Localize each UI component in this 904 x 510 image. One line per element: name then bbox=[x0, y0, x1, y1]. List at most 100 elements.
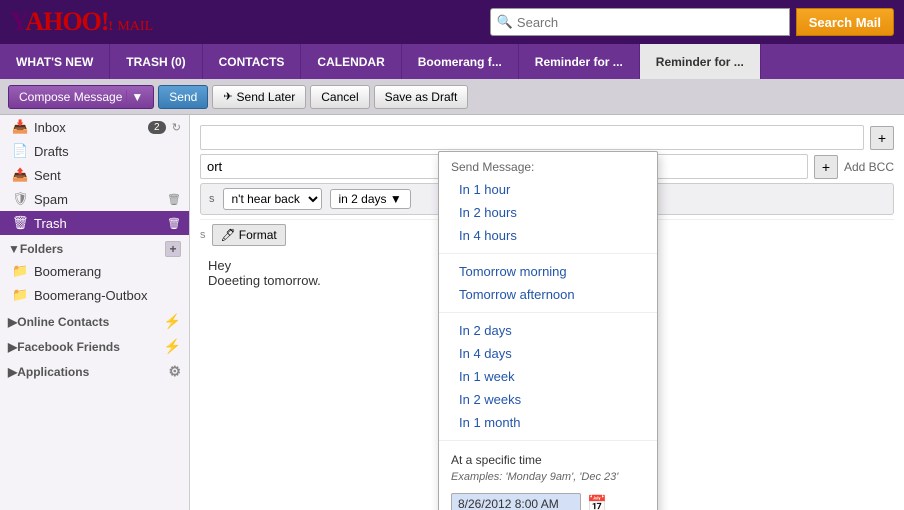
dropdown-item-2days[interactable]: In 2 days bbox=[439, 319, 657, 342]
dropdown-item-1month[interactable]: In 1 month bbox=[439, 411, 657, 434]
send-later-button[interactable]: ✈ Send Later bbox=[212, 85, 306, 109]
dropdown-specific-label: At a specific time bbox=[439, 447, 657, 469]
applications-arrow-icon: ▶ bbox=[8, 365, 17, 379]
send-later-icon: ✈ bbox=[223, 90, 232, 103]
applications-section[interactable]: ▶ Applications ⚙ bbox=[0, 357, 189, 382]
online-contacts-section[interactable]: ▶ Online Contacts ⚡ bbox=[0, 307, 189, 332]
nav-calendar[interactable]: CALENDAR bbox=[301, 44, 401, 79]
compose-label: Compose Message bbox=[19, 90, 122, 104]
boomerang-toolbar-label: s bbox=[209, 193, 215, 205]
dropdown-item-4hours[interactable]: In 4 hours bbox=[439, 224, 657, 247]
navbar: WHAT'S NEW TRASH (0) CONTACTS CALENDAR B… bbox=[0, 44, 904, 79]
calendar-picker-icon[interactable]: 📅 bbox=[587, 494, 607, 510]
format-label: Format bbox=[239, 228, 277, 242]
nav-boomerang[interactable]: Boomerang f... bbox=[402, 44, 519, 79]
header: YAHOO!! MAIL 🔍 Search Mail bbox=[0, 0, 904, 44]
content-area: + + Add BCC s n't hear back in 2 days ▼ … bbox=[190, 115, 904, 510]
send-later-label: Send Later bbox=[237, 90, 296, 104]
sidebar-item-boomerang-outbox[interactable]: 📁 Boomerang-Outbox bbox=[0, 283, 189, 307]
online-contacts-bolt-icon: ⚡ bbox=[164, 313, 181, 330]
dropdown-item-tomorrow-afternoon[interactable]: Tomorrow afternoon bbox=[439, 283, 657, 306]
inbox-icon: 📥 bbox=[12, 119, 28, 135]
logo-mail-text: MAIL bbox=[117, 19, 153, 34]
sent-icon: 📤 bbox=[12, 167, 28, 183]
main-layout: 📥 Inbox 2 ↻ 📄 Drafts 📤 Sent 🛡 Spam 🗑 🗑 T… bbox=[0, 115, 904, 510]
add-folder-button[interactable]: + bbox=[165, 241, 181, 257]
sidebar-item-boomerang[interactable]: 📁 Boomerang bbox=[0, 259, 189, 283]
boomerang-outbox-label: Boomerang-Outbox bbox=[34, 288, 181, 303]
dropdown-divider-1 bbox=[439, 253, 657, 254]
boomerang-folder-label: Boomerang bbox=[34, 264, 181, 279]
subject-add-button[interactable]: + bbox=[814, 155, 838, 179]
cancel-button[interactable]: Cancel bbox=[310, 85, 369, 109]
nav-trash[interactable]: TRASH (0) bbox=[110, 44, 202, 79]
folder-boomerang-outbox-icon: 📁 bbox=[12, 287, 28, 303]
dropdown-item-4days[interactable]: In 4 days bbox=[439, 342, 657, 365]
search-magnifier-icon: 🔍 bbox=[497, 14, 513, 30]
add-bcc-button[interactable]: Add BCC bbox=[844, 160, 894, 174]
to-input[interactable] bbox=[200, 125, 864, 150]
inbox-refresh-icon[interactable]: ↻ bbox=[172, 121, 181, 134]
folders-arrow-icon: ▼ bbox=[8, 242, 20, 256]
trash-icon: 🗑 bbox=[12, 215, 28, 231]
dropdown-item-tomorrow-morning[interactable]: Tomorrow morning bbox=[439, 260, 657, 283]
boomerang-days-display: in 2 days ▼ bbox=[330, 189, 411, 209]
send-later-dropdown: Send Message: In 1 hour In 2 hours In 4 … bbox=[438, 151, 658, 510]
dropdown-item-1hour[interactable]: In 1 hour bbox=[439, 178, 657, 201]
search-input[interactable] bbox=[517, 15, 783, 30]
dropdown-item-2weeks[interactable]: In 2 weeks bbox=[439, 388, 657, 411]
facebook-friends-label: Facebook Friends bbox=[17, 340, 120, 354]
dropdown-examples: Examples: 'Monday 9am', 'Dec 23' bbox=[439, 469, 657, 489]
dropdown-item-1week[interactable]: In 1 week bbox=[439, 365, 657, 388]
folder-boomerang-icon: 📁 bbox=[12, 263, 28, 279]
format-icon: 🖊 bbox=[221, 228, 236, 242]
online-contacts-label: Online Contacts bbox=[17, 315, 109, 329]
sidebar: 📥 Inbox 2 ↻ 📄 Drafts 📤 Sent 🛡 Spam 🗑 🗑 T… bbox=[0, 115, 190, 510]
drafts-label: Drafts bbox=[34, 144, 181, 159]
spam-delete-icon[interactable]: 🗑 bbox=[167, 193, 181, 206]
facebook-friends-arrow-icon: ▶ bbox=[8, 340, 17, 354]
compose-dropdown-icon[interactable]: ▼ bbox=[126, 90, 143, 104]
save-draft-button[interactable]: Save as Draft bbox=[374, 85, 469, 109]
inbox-label: Inbox bbox=[34, 120, 142, 135]
dropdown-date-row: 📅 bbox=[439, 489, 657, 510]
sidebar-item-trash[interactable]: 🗑 Trash 🗑 bbox=[0, 211, 189, 235]
sidebar-item-drafts[interactable]: 📄 Drafts bbox=[0, 139, 189, 163]
sidebar-item-inbox[interactable]: 📥 Inbox 2 ↻ bbox=[0, 115, 189, 139]
format-button[interactable]: 🖊 Format bbox=[212, 224, 286, 246]
nav-contacts[interactable]: CONTACTS bbox=[203, 44, 302, 79]
nav-whats-new[interactable]: WHAT'S NEW bbox=[0, 44, 110, 79]
to-add-button[interactable]: + bbox=[870, 126, 894, 150]
nav-reminder2[interactable]: Reminder for ... bbox=[640, 44, 761, 79]
dropdown-divider-2 bbox=[439, 312, 657, 313]
applications-label: Applications bbox=[17, 365, 89, 379]
to-row: + bbox=[200, 125, 894, 150]
applications-gear-icon: ⚙ bbox=[168, 363, 181, 380]
dropdown-divider-3 bbox=[439, 440, 657, 441]
boomerang-select[interactable]: n't hear back bbox=[223, 188, 322, 210]
dropdown-item-2hours[interactable]: In 2 hours bbox=[439, 201, 657, 224]
dropdown-date-input[interactable] bbox=[451, 493, 581, 510]
facebook-friends-section[interactable]: ▶ Facebook Friends ⚡ bbox=[0, 332, 189, 357]
logo-exclaim: ! bbox=[109, 18, 112, 33]
sidebar-item-sent[interactable]: 📤 Sent bbox=[0, 163, 189, 187]
folders-section-header[interactable]: ▼ Folders + bbox=[0, 235, 189, 259]
dropdown-section-label: Send Message: bbox=[439, 152, 657, 178]
body-text-suffix: eeting tomorrow. bbox=[225, 273, 321, 288]
compose-button[interactable]: Compose Message ▼ bbox=[8, 85, 154, 109]
toolbar: Compose Message ▼ Send ✈ Send Later Canc… bbox=[0, 79, 904, 115]
inbox-badge: 2 bbox=[148, 121, 166, 134]
send-button[interactable]: Send bbox=[158, 85, 208, 109]
folders-label: Folders bbox=[20, 242, 63, 256]
sidebar-item-spam[interactable]: 🛡 Spam 🗑 bbox=[0, 187, 189, 211]
search-mail-button[interactable]: Search Mail bbox=[796, 8, 894, 36]
drafts-icon: 📄 bbox=[12, 143, 28, 159]
trash-delete-icon[interactable]: 🗑 bbox=[167, 217, 181, 230]
sent-label: Sent bbox=[34, 168, 181, 183]
spam-label: Spam bbox=[34, 192, 161, 207]
compose-toolbar-label: s bbox=[200, 229, 206, 241]
spam-icon: 🛡 bbox=[12, 191, 28, 207]
nav-reminder1[interactable]: Reminder for ... bbox=[519, 44, 640, 79]
search-area: 🔍 Search Mail bbox=[490, 8, 894, 36]
facebook-bolt-icon: ⚡ bbox=[164, 338, 181, 355]
